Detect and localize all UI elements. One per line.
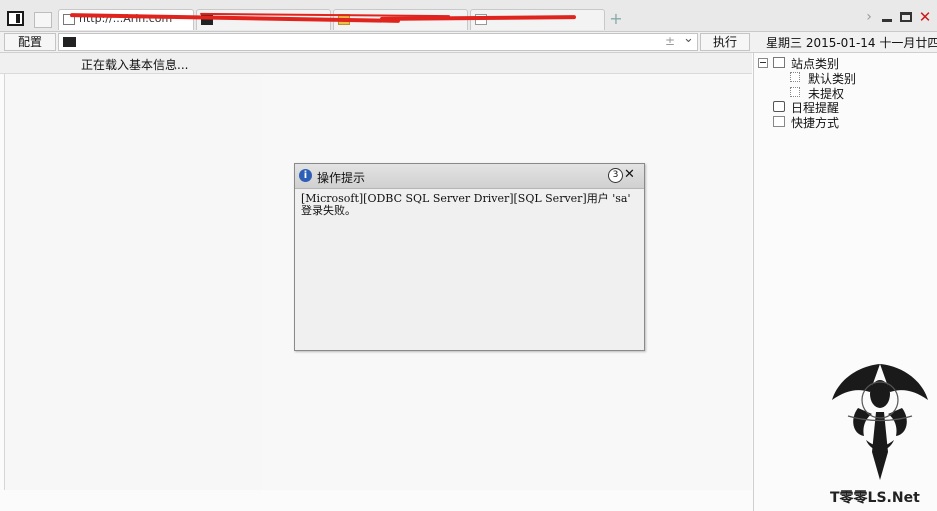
config-button[interactable]: 配置 xyxy=(4,33,56,51)
dotted-box-icon xyxy=(790,72,800,82)
execute-button[interactable]: 执行 xyxy=(700,33,750,51)
tree-label-shortcut: 快捷方式 xyxy=(791,116,840,130)
category-icon xyxy=(773,57,785,68)
countdown-badge: 3 xyxy=(608,168,623,183)
address-input[interactable]: ± ⌄ xyxy=(58,31,698,51)
sidebar-toggle-icon[interactable] xyxy=(7,11,24,26)
dialog-title: 操作提示 xyxy=(317,171,366,185)
left-panel xyxy=(4,74,263,490)
dragon-logo xyxy=(832,364,928,480)
schedule-icon xyxy=(773,101,785,112)
minimize-button[interactable] xyxy=(879,9,895,25)
loading-status-text: 正在载入基本信息... xyxy=(81,58,189,72)
chevron-down-icon[interactable]: ⌄ xyxy=(683,31,694,46)
dialog-title-bar[interactable]: i 操作提示 3 ✕ xyxy=(295,164,644,189)
dotted-box-icon xyxy=(790,87,800,97)
shortcut-icon xyxy=(773,116,785,127)
tab-scroll-right-icon[interactable]: › xyxy=(861,9,877,25)
new-tab-button[interactable]: + xyxy=(609,11,623,27)
dialog-message: [Microsoft][ODBC SQL Server Driver][SQL … xyxy=(301,192,631,217)
collapse-icon[interactable] xyxy=(758,58,768,68)
info-icon: i xyxy=(299,169,312,182)
terminal-icon xyxy=(63,37,76,47)
tab-1[interactable]: http://...Arin.com xyxy=(58,9,194,30)
close-icon[interactable]: ✕ xyxy=(624,167,635,182)
watermark-text: T零零LS.Net xyxy=(830,490,920,506)
blank-tab-icon[interactable] xyxy=(34,12,52,28)
date-display: 星期三 2015-01-14 十一月廿四 xyxy=(766,36,937,50)
zoom-toggle-icon[interactable]: ± xyxy=(665,34,675,48)
maximize-button[interactable] xyxy=(898,9,914,25)
close-window-button[interactable]: ✕ xyxy=(917,9,933,25)
